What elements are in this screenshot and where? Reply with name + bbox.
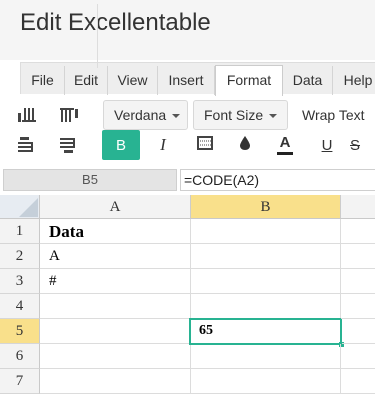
underline-button[interactable]: U: [308, 130, 346, 160]
cell-a3[interactable]: #: [40, 269, 191, 294]
insert-row-above-icon[interactable]: [12, 131, 42, 159]
row-header-6[interactable]: 6: [0, 344, 40, 369]
cell-c2[interactable]: [341, 244, 375, 269]
row-header-5[interactable]: 5: [0, 319, 40, 344]
tab-view[interactable]: View: [108, 66, 158, 95]
cell-b4[interactable]: [191, 294, 341, 319]
cell-b3[interactable]: [191, 269, 341, 294]
tab-data[interactable]: Data: [283, 66, 333, 95]
cell-c3[interactable]: [341, 269, 375, 294]
tab-file[interactable]: File: [21, 66, 65, 95]
cell-b6[interactable]: [191, 344, 341, 369]
cell-b5[interactable]: 65: [189, 318, 342, 345]
title-bar: Edit Excellentable: [0, 0, 375, 60]
strikethrough-label: S: [350, 136, 361, 154]
cell-a6[interactable]: [40, 344, 191, 369]
formula-input[interactable]: =CODE(A2): [180, 169, 375, 191]
chevron-down-icon: [172, 114, 181, 119]
borders-button[interactable]: [186, 130, 224, 160]
text-color-button[interactable]: A: [266, 130, 304, 160]
bold-label: B: [115, 136, 126, 154]
text-color-swatch: [277, 151, 293, 155]
formula-bar: B5 =CODE(A2): [0, 167, 375, 193]
wrap-text-button[interactable]: Wrap Text: [302, 100, 365, 130]
cell-c5[interactable]: [342, 319, 375, 344]
toolbar-divider: [97, 4, 98, 68]
font-size-label: Font Size: [204, 107, 264, 123]
cell-c6[interactable]: [341, 344, 375, 369]
column-header-c[interactable]: [341, 195, 375, 219]
font-family-value: Verdana: [114, 107, 167, 123]
cell-a5[interactable]: [40, 319, 191, 344]
fill-color-button[interactable]: [226, 130, 264, 160]
strikethrough-button[interactable]: S: [350, 130, 375, 160]
chevron-down-icon: [269, 114, 278, 119]
spreadsheet-grid: A B 1 2 3 4 5 6 7 Data A # 65: [0, 195, 375, 396]
insert-column-left-icon[interactable]: [12, 101, 42, 129]
borders-icon: [197, 136, 213, 154]
row-header-7[interactable]: 7: [0, 369, 40, 394]
tab-insert[interactable]: Insert: [158, 66, 215, 95]
cell-a1[interactable]: Data: [40, 219, 191, 244]
tab-help[interactable]: Help: [333, 66, 375, 95]
column-header-b[interactable]: B: [191, 195, 341, 219]
font-size-dropdown[interactable]: Font Size: [193, 100, 288, 130]
cell-c1[interactable]: [341, 219, 375, 244]
cell-a2[interactable]: A: [40, 244, 191, 269]
cell-b2[interactable]: [191, 244, 341, 269]
italic-label: I: [160, 135, 166, 154]
tab-edit[interactable]: Edit: [65, 66, 108, 95]
text-color-label: A: [279, 133, 291, 151]
bold-button[interactable]: B: [102, 130, 140, 160]
cell-a7[interactable]: [40, 369, 191, 394]
app-title: Edit Excellentable: [20, 9, 211, 36]
fill-color-icon: [239, 135, 251, 155]
italic-button[interactable]: I: [144, 130, 182, 160]
column-header-a[interactable]: A: [40, 195, 191, 219]
row-header-4[interactable]: 4: [0, 294, 40, 319]
menu-tab-strip: File Edit View Insert Format Data Help: [20, 62, 375, 96]
cell-b7[interactable]: [191, 369, 341, 394]
insert-column-right-icon[interactable]: [54, 101, 84, 129]
select-all-corner[interactable]: [0, 195, 40, 219]
tab-format[interactable]: Format: [215, 65, 283, 96]
font-family-dropdown[interactable]: Verdana: [103, 100, 188, 130]
cell-b1[interactable]: [191, 219, 341, 244]
cell-a4[interactable]: [40, 294, 191, 319]
cell-c4[interactable]: [341, 294, 375, 319]
underline-label: U: [321, 136, 333, 154]
menu-bar: File Edit View Insert Format Data Help: [0, 60, 375, 96]
row-header-2[interactable]: 2: [0, 244, 40, 269]
cell-c7[interactable]: [341, 369, 375, 394]
cell-reference-box[interactable]: B5: [3, 169, 177, 191]
row-header-1[interactable]: 1: [0, 219, 40, 244]
row-header-3[interactable]: 3: [0, 269, 40, 294]
insert-row-below-icon[interactable]: [54, 131, 84, 159]
